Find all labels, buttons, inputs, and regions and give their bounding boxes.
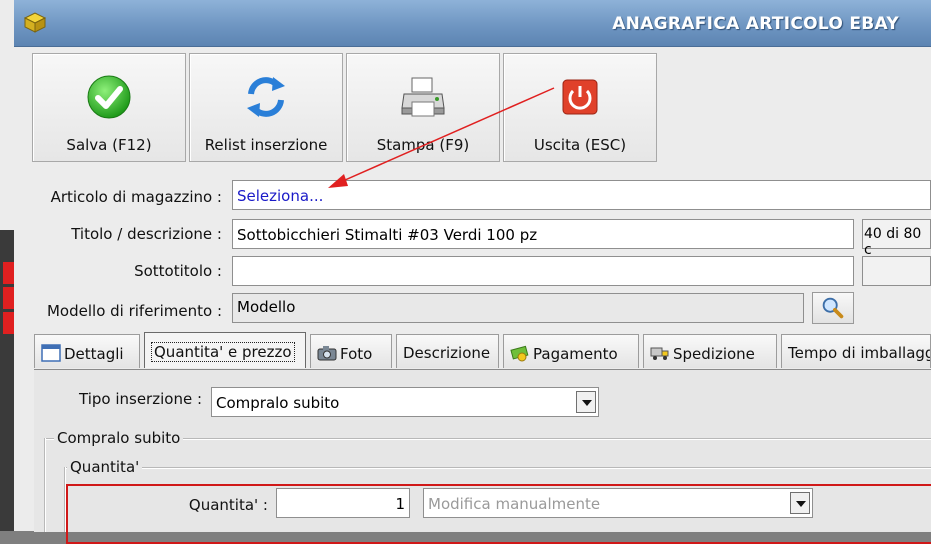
tab-pagamento[interactable]: Pagamento (503, 334, 639, 368)
magnifier-icon (822, 297, 844, 319)
tab-label: Dettagli (64, 345, 124, 363)
annotation-arrow (328, 87, 555, 188)
group-border (44, 438, 46, 532)
refresh-icon (247, 77, 285, 117)
tab-label: Quantita' e prezzo (151, 342, 295, 362)
tipo-inserzione-select[interactable]: Compralo subito (211, 387, 599, 417)
quantita-mode-select[interactable]: Modifica manualmente (423, 488, 813, 518)
app-icon (23, 12, 47, 33)
tab-dettagli[interactable]: Dettagli (34, 334, 140, 368)
tipo-inserzione-label: Tipo inserzione : (79, 390, 202, 408)
calendar-icon (41, 344, 61, 362)
quantita-input[interactable]: 1 (276, 488, 410, 518)
background-red-marker (3, 262, 14, 284)
article-window: ANAGRAFICA ARTICOLO EBAY Salva (F12) Rel… (14, 0, 931, 544)
money-icon (510, 345, 529, 362)
titolo-char-counter: 40 di 80 c (862, 219, 931, 258)
tab-quantita-prezzo[interactable]: Quantita' e prezzo (144, 332, 306, 368)
tipo-inserzione-value: Compralo subito (216, 394, 340, 412)
checkmark-icon (87, 75, 131, 119)
titolo-field[interactable]: Sottobicchieri Stimalti #03 Verdi 100 pz (232, 219, 854, 249)
tab-label: Spedizione (673, 345, 755, 363)
truck-icon (650, 347, 669, 360)
background-red-marker (3, 287, 14, 309)
modello-search-button[interactable] (812, 292, 854, 324)
sottotitolo-label: Sottotitolo : (134, 262, 222, 280)
tab-spedizione[interactable]: Spedizione (643, 334, 777, 368)
background-red-marker (3, 312, 14, 334)
group-border (64, 467, 931, 469)
sottotitolo-char-counter (862, 256, 931, 286)
tab-descrizione[interactable]: Descrizione (396, 334, 499, 368)
quantita-group-title: Quantita' (67, 458, 143, 476)
window-title: ANAGRAFICA ARTICOLO EBAY (612, 14, 899, 34)
modello-field[interactable]: Modello (232, 293, 804, 323)
tab-label: Pagamento (533, 345, 618, 363)
tab-tempo-imballaggio[interactable]: Tempo di imballagg (781, 334, 931, 368)
save-button-label: Salva (F12) (66, 136, 152, 154)
quantita-mode-value: Modifica manualmente (428, 495, 601, 513)
compralo-subito-group-title: Compralo subito (54, 429, 184, 447)
tab-panel-quantita-prezzo: Tipo inserzione : Compralo subito Compra… (34, 369, 931, 544)
save-button[interactable]: Salva (F12) (32, 53, 186, 162)
tab-label: Tempo di imballagg (788, 344, 931, 362)
sottotitolo-field[interactable] (232, 256, 854, 286)
chevron-down-icon[interactable] (576, 391, 596, 413)
titolo-label: Titolo / descrizione : (71, 225, 222, 243)
modello-label: Modello di riferimento : (46, 302, 222, 320)
camera-icon (317, 346, 337, 361)
quantita-label: Quantita' : (188, 496, 268, 514)
tab-label: Descrizione (403, 344, 491, 362)
title-bar[interactable]: ANAGRAFICA ARTICOLO EBAY (14, 0, 931, 47)
tab-label: Foto (340, 345, 373, 363)
chevron-down-icon[interactable] (790, 492, 810, 514)
background-window-edge (0, 0, 15, 531)
articolo-label: Articolo di magazzino : (50, 188, 222, 206)
tab-foto[interactable]: Foto (310, 334, 392, 368)
